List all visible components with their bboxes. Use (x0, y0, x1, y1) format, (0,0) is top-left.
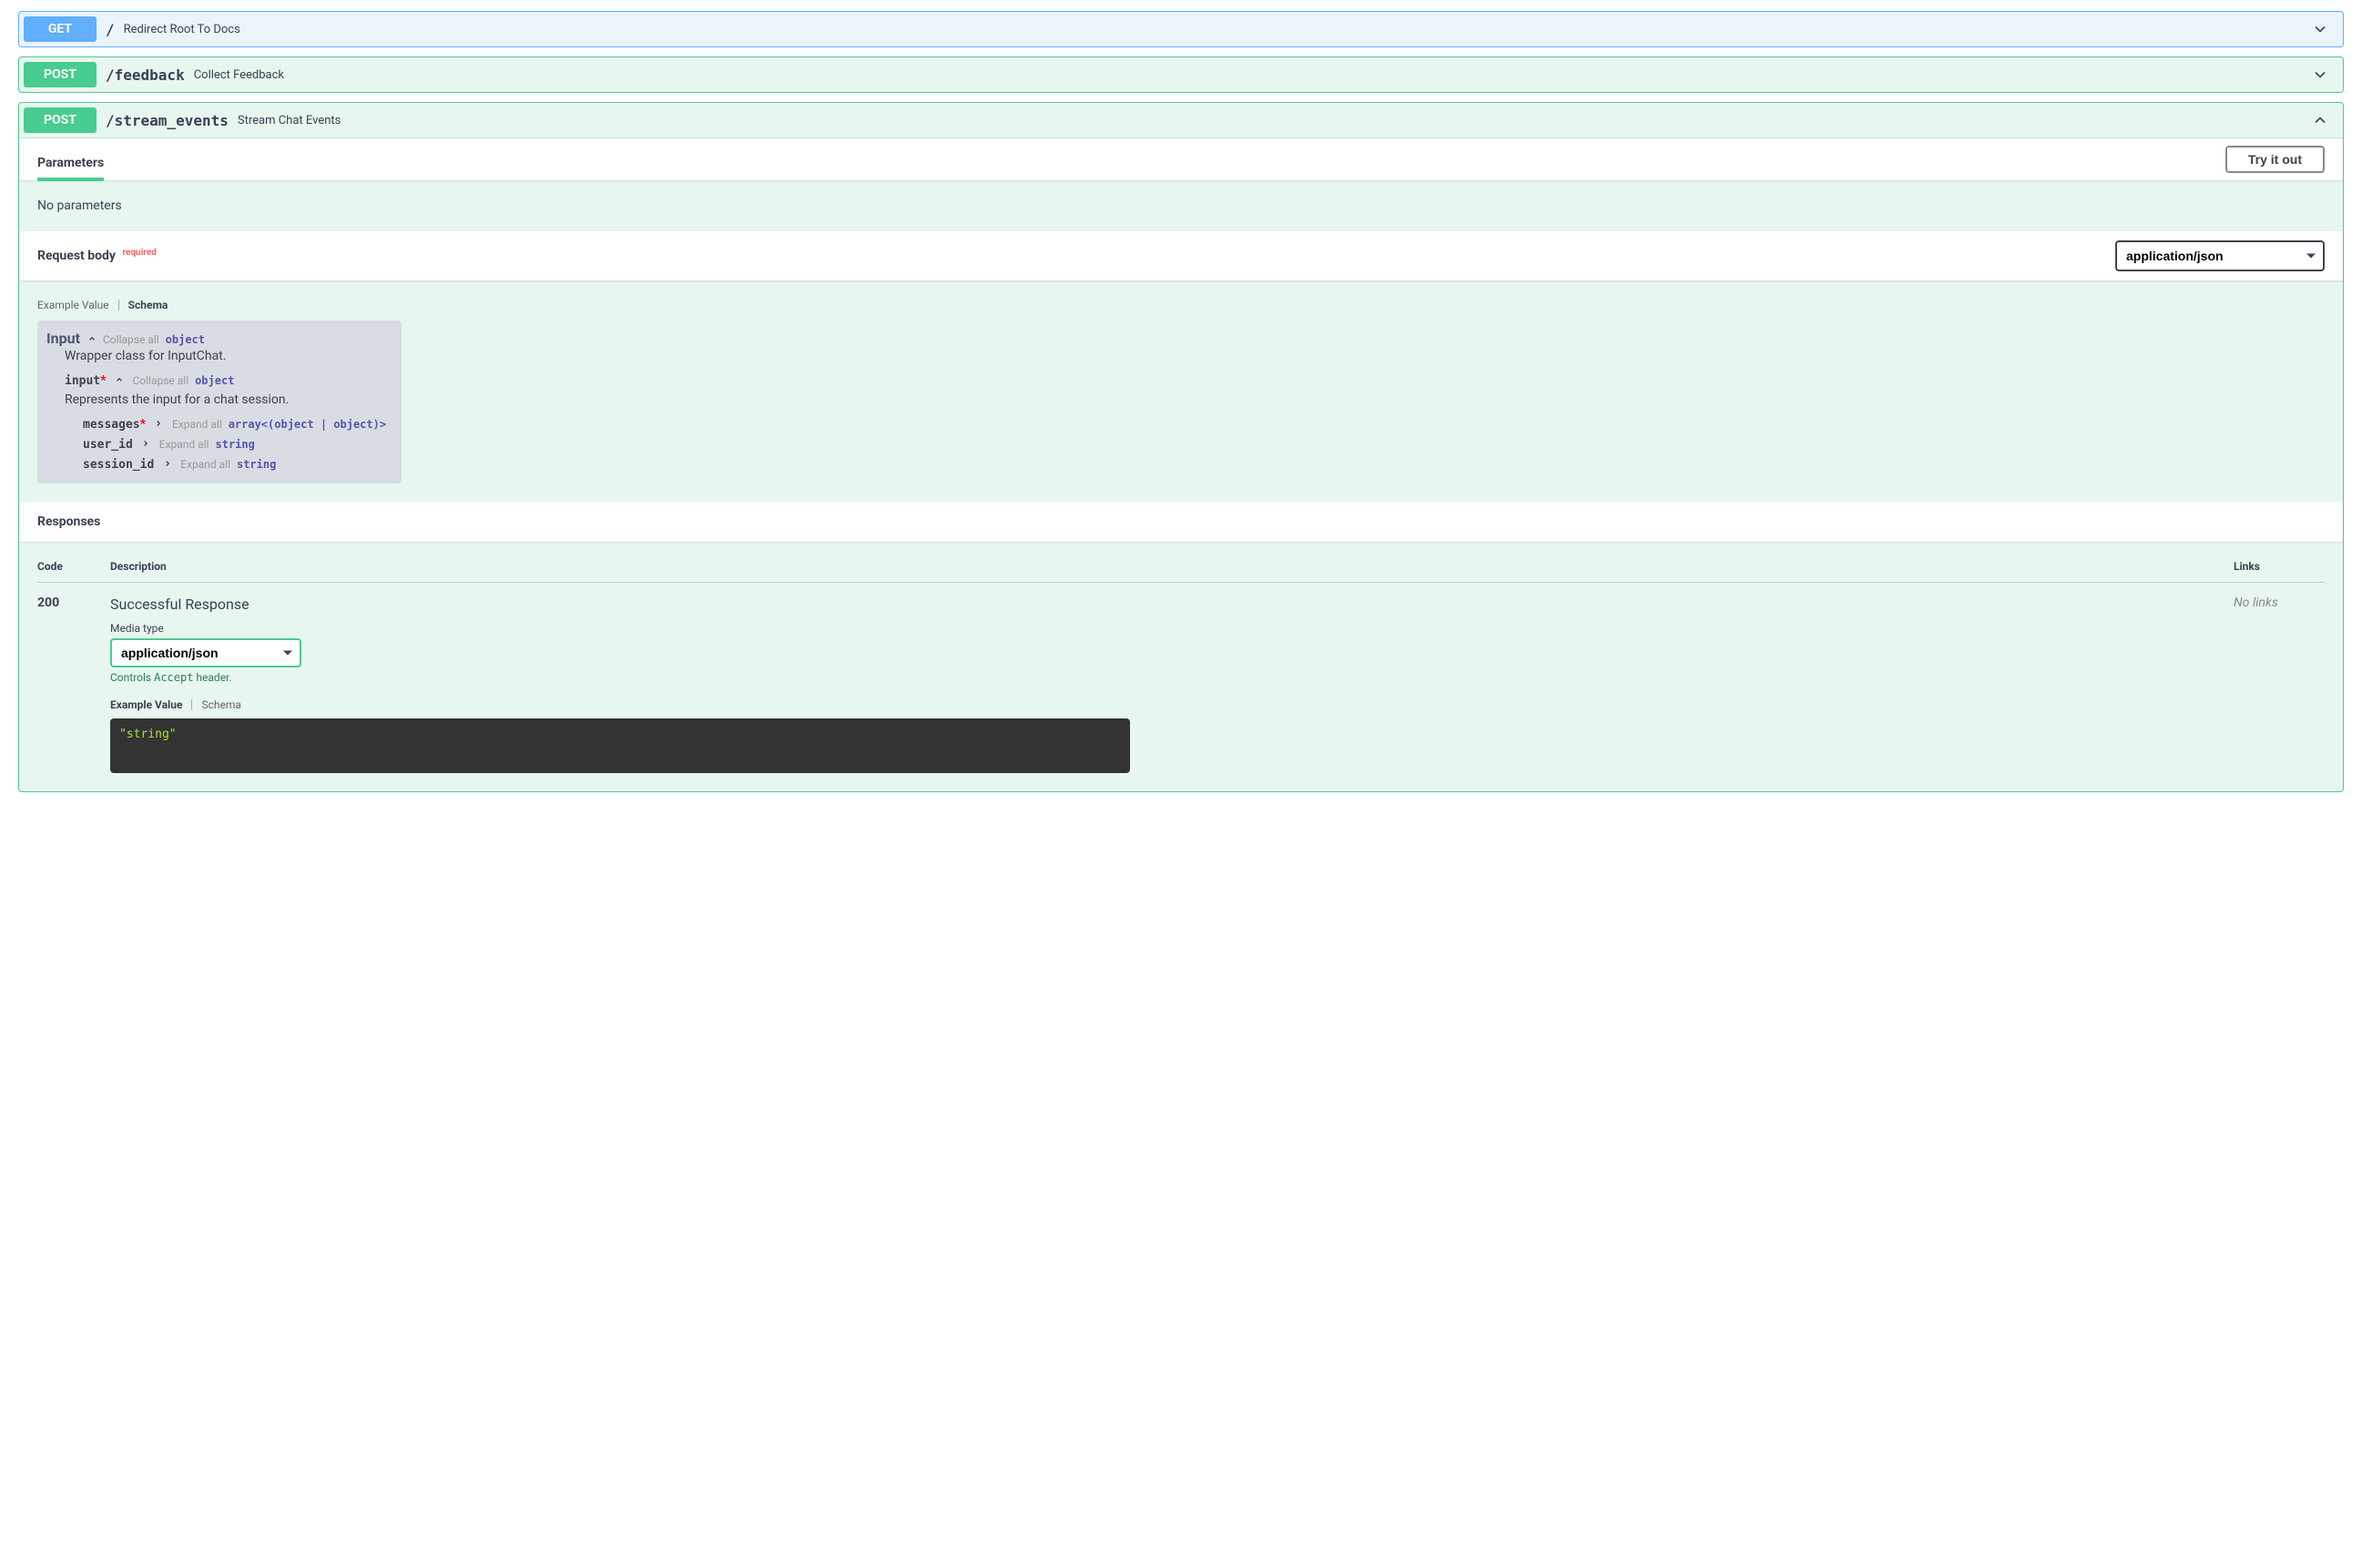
schema-tabs: Example Value Schema (37, 299, 2325, 311)
tab-example-value[interactable]: Example Value (110, 698, 191, 711)
tab-schema[interactable]: Schema (128, 299, 178, 311)
responses-head-row: Code Description Links (37, 560, 2325, 583)
endpoint-summary[interactable]: GET / Redirect Root To Docs (19, 12, 2343, 46)
response-links: No links (2234, 596, 2325, 773)
endpoint-path: / (97, 21, 124, 38)
property-name: messages (83, 418, 140, 432)
endpoint-post-feedback: POST /feedback Collect Feedback (18, 56, 2344, 93)
property-name: user_id (83, 438, 133, 452)
endpoint-body: Parameters Try it out No parameters Requ… (19, 137, 2343, 791)
property-type: string (216, 438, 255, 451)
try-it-out-button[interactable]: Try it out (2225, 146, 2325, 173)
model-type: object (166, 333, 205, 346)
collapse-all-hint[interactable]: Collapse all (132, 374, 188, 387)
endpoint-desc: Redirect Root To Docs (124, 23, 2311, 36)
response-code: 200 (37, 596, 110, 773)
content-type-select[interactable]: application/json (2115, 240, 2325, 271)
tab-example-value[interactable]: Example Value (37, 299, 118, 311)
property-name: input (65, 374, 100, 388)
parameters-header: Parameters Try it out (19, 138, 2343, 180)
expand-all-hint[interactable]: Expand all (180, 458, 230, 471)
property-user-id: user_id Expand all string (65, 434, 392, 454)
property-input: input* Collapse all object (46, 371, 392, 391)
example-code-block[interactable]: "string" (110, 718, 1130, 773)
endpoint-path: /feedback (97, 66, 194, 84)
responses-table: Code Description Links 200 Successful Re… (19, 542, 2343, 791)
property-type: array<(object | object)> (229, 418, 386, 431)
property-description: Represents the input for a chat session. (46, 391, 392, 414)
required-star: * (140, 417, 146, 432)
collapse-all-hint[interactable]: Collapse all (103, 333, 159, 346)
parameters-content: No parameters (19, 180, 2343, 231)
chevron-right-icon[interactable] (154, 417, 163, 432)
required-star: * (100, 373, 106, 388)
chevron-down-icon (2311, 66, 2329, 84)
endpoint-path: /stream_events (97, 112, 238, 129)
model-name: Input (46, 330, 80, 347)
tab-schema[interactable]: Schema (201, 698, 249, 711)
endpoint-desc: Collect Feedback (194, 68, 2311, 82)
method-badge: POST (24, 107, 97, 133)
no-parameters-text: No parameters (37, 199, 122, 213)
responses-header: Responses (19, 502, 2343, 542)
media-type-select-wrap: application/json (110, 638, 301, 667)
chevron-up-icon[interactable] (87, 332, 97, 347)
endpoint-get-root: GET / Redirect Root To Docs (18, 11, 2344, 47)
accept-header-hint: Controls Accept header. (110, 671, 2234, 684)
required-label: required (122, 248, 156, 258)
tab-separator (191, 699, 192, 710)
expand-all-hint[interactable]: Expand all (159, 438, 209, 451)
col-header-links: Links (2234, 560, 2325, 573)
response-row-200: 200 Successful Response Media type appli… (37, 583, 2325, 773)
chevron-down-icon (2311, 20, 2329, 38)
schema-model: Input Collapse all object Wrapper class … (37, 321, 402, 484)
nested-properties: messages* Expand all array<(object | obj… (46, 414, 392, 474)
request-body-title: Request body (37, 249, 116, 263)
method-badge: POST (24, 62, 97, 87)
chevron-up-icon[interactable] (115, 373, 124, 388)
response-description: Successful Response (110, 596, 2234, 613)
property-type: object (195, 374, 234, 387)
endpoint-summary[interactable]: POST /stream_events Stream Chat Events (19, 103, 2343, 137)
request-body-header: Request body required application/json (19, 231, 2343, 280)
content-type-select-wrap: application/json (2115, 240, 2325, 271)
model-description: Wrapper class for InputChat. (46, 347, 392, 371)
property-type: string (237, 458, 276, 471)
tab-separator (118, 300, 119, 311)
endpoint-desc: Stream Chat Events (238, 114, 2311, 127)
col-header-description: Description (110, 560, 2234, 573)
request-body-content: Example Value Schema Input Collapse all … (19, 280, 2343, 502)
tab-parameters[interactable]: Parameters (37, 148, 104, 181)
chevron-right-icon[interactable] (163, 457, 172, 472)
endpoint-post-stream-events: POST /stream_events Stream Chat Events P… (18, 102, 2344, 792)
responses-title: Responses (37, 514, 100, 529)
expand-all-hint[interactable]: Expand all (172, 418, 222, 431)
chevron-right-icon[interactable] (141, 437, 150, 452)
chevron-up-icon (2311, 111, 2329, 129)
property-name: session_id (83, 458, 154, 472)
response-tabs: Example Value Schema (110, 698, 2234, 711)
endpoint-summary[interactable]: POST /feedback Collect Feedback (19, 57, 2343, 92)
col-header-code: Code (37, 560, 110, 573)
property-session-id: session_id Expand all string (65, 454, 392, 474)
property-messages: messages* Expand all array<(object | obj… (65, 414, 392, 434)
media-type-label: Media type (110, 622, 2234, 635)
method-badge: GET (24, 16, 97, 42)
response-description-col: Successful Response Media type applicati… (110, 596, 2234, 773)
media-type-select[interactable]: application/json (110, 638, 301, 667)
